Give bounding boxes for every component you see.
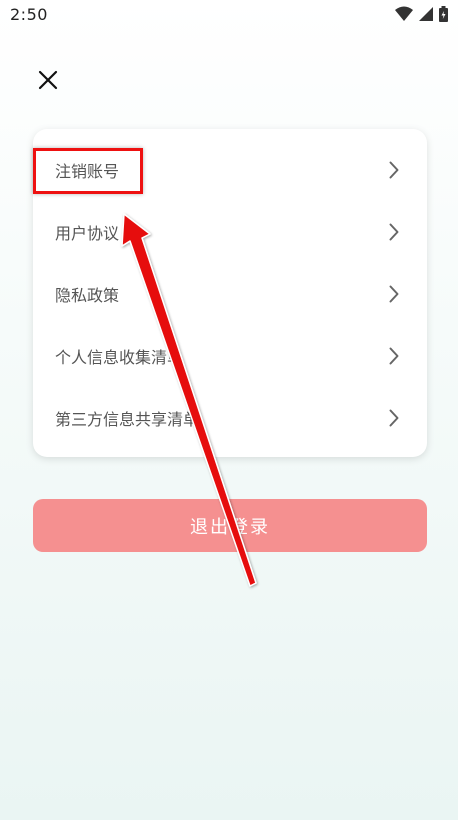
menu-item-label: 第三方信息共享清单 bbox=[55, 410, 200, 429]
menu-item-personal-info-list[interactable]: 个人信息收集清单 bbox=[33, 325, 427, 387]
menu-item-third-party-sharing-list[interactable]: 第三方信息共享清单 bbox=[33, 387, 427, 449]
status-bar: 2:50 bbox=[0, 0, 458, 28]
signal-icon bbox=[419, 7, 433, 21]
chevron-right-icon bbox=[389, 347, 399, 365]
menu-item-label: 个人信息收集清单 bbox=[55, 348, 184, 367]
annotation-highlight-box bbox=[33, 148, 143, 194]
menu-item-label: 隐私政策 bbox=[55, 286, 120, 305]
menu-item-privacy-policy[interactable]: 隐私政策 bbox=[33, 263, 427, 325]
battery-icon bbox=[439, 6, 448, 22]
menu-item-label: 用户协议 bbox=[55, 224, 120, 243]
status-icons bbox=[395, 6, 448, 22]
chevron-right-icon bbox=[389, 223, 399, 241]
close-icon bbox=[38, 70, 58, 90]
close-button[interactable] bbox=[34, 66, 62, 94]
chevron-right-icon bbox=[389, 409, 399, 427]
menu-item-user-agreement[interactable]: 用户协议 bbox=[33, 201, 427, 263]
wifi-icon bbox=[395, 6, 413, 21]
status-time: 2:50 bbox=[10, 4, 48, 24]
chevron-right-icon bbox=[389, 161, 399, 179]
logout-button[interactable]: 退出登录 bbox=[33, 499, 427, 552]
chevron-right-icon bbox=[389, 285, 399, 303]
